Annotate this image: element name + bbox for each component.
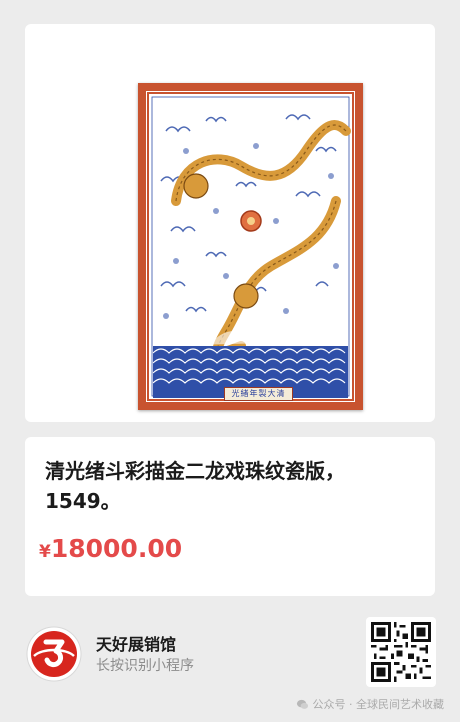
watermark-text: 公众号 · 全球民间艺术收藏 xyxy=(312,698,445,711)
product-price: ¥18000.00 xyxy=(39,534,182,563)
wechat-icon xyxy=(296,699,308,709)
price-currency-symbol: ¥ xyxy=(39,542,51,562)
plaque-reign-mark: 光緒年製大清 xyxy=(224,387,293,401)
product-info-card[interactable]: 清光绪斗彩描金二龙戏珠纹瓷版，1549。 ¥18000.00 xyxy=(25,437,435,596)
scan-hint: 长按识别小程序 xyxy=(96,658,194,674)
mini-program-footer[interactable]: 天好展销馆 长按识别小程序 公众号 · 全球民间艺术收藏 xyxy=(0,606,460,722)
wechat-watermark: 公众号 · 全球民间艺术收藏 xyxy=(296,696,445,712)
qr-code-icon[interactable] xyxy=(366,617,436,687)
price-value: 18000.00 xyxy=(50,534,183,563)
product-title: 清光绪斗彩描金二龙戏珠纹瓷版，1549。 xyxy=(45,459,345,513)
dragon-painting-graphic xyxy=(147,92,354,401)
shop-name: 天好展销馆 xyxy=(96,635,177,654)
product-image-card[interactable]: 光緒年製大清 xyxy=(25,24,435,422)
three-logo-icon xyxy=(26,626,82,682)
porcelain-plaque-image[interactable]: 光緒年製大清 xyxy=(138,83,363,410)
plaque-painting: 光緒年製大清 xyxy=(146,91,355,402)
